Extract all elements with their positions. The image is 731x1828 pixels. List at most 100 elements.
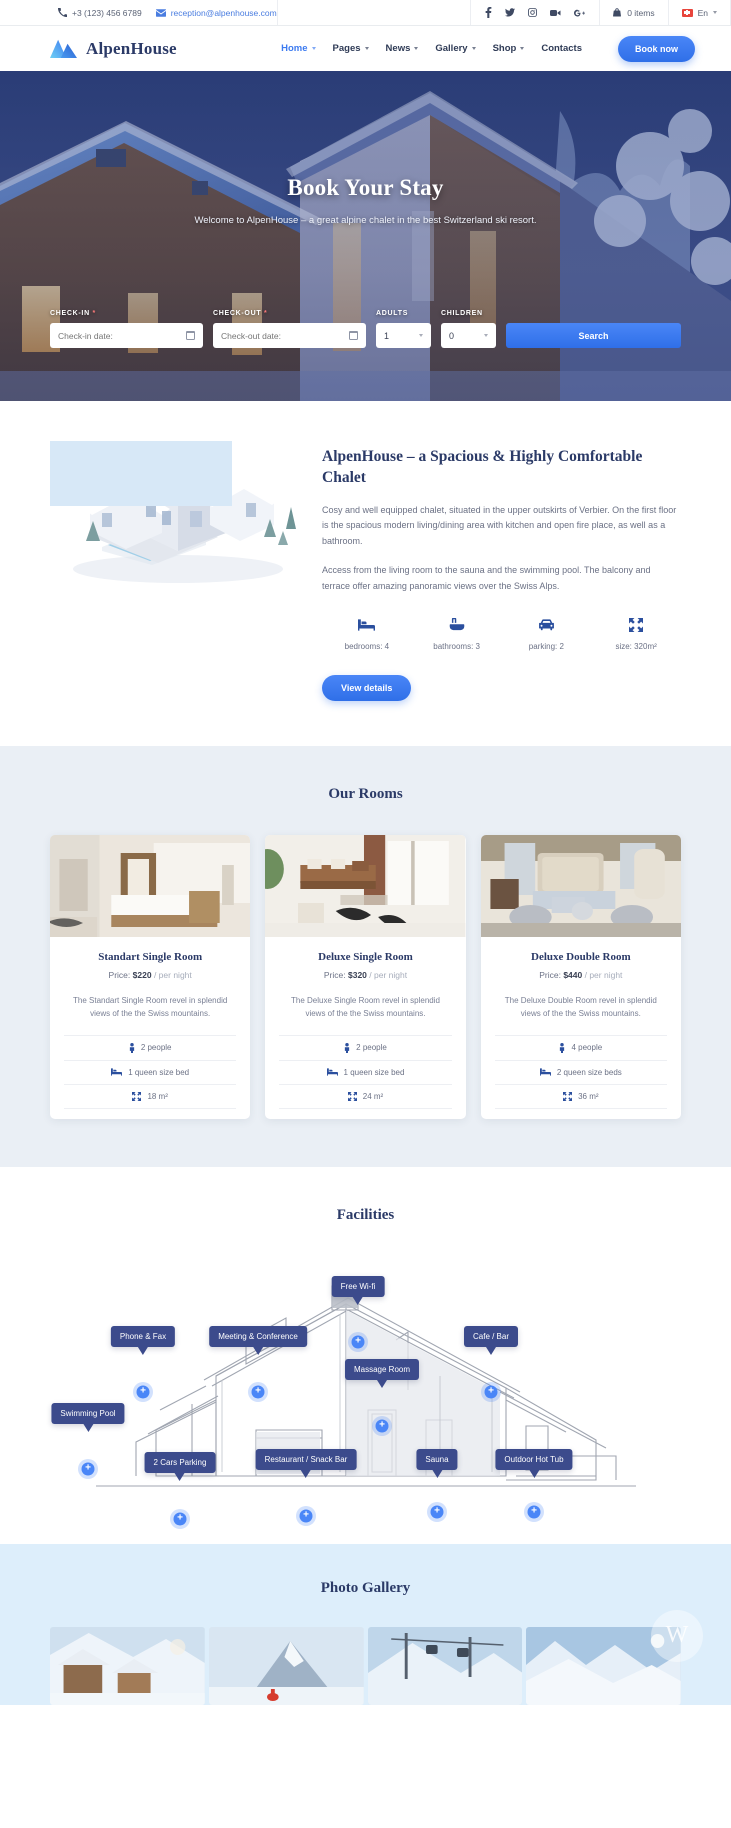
room-specs: 2 people 1 queen size bed 18 m² <box>64 1034 237 1109</box>
gallery-item[interactable] <box>367 1626 523 1705</box>
room-card[interactable]: Deluxe Single Room Price: $320 / per nig… <box>265 835 466 1119</box>
brand-logo[interactable]: AlpenHouse <box>50 38 177 59</box>
checkout-label-text: CHECK-OUT <box>213 310 262 317</box>
instagram-icon[interactable] <box>528 8 538 17</box>
feature-size: size: 320m² <box>591 616 681 651</box>
facility-marker-2-cars-parking[interactable]: + <box>173 1512 187 1526</box>
facebook-icon[interactable] <box>485 7 492 18</box>
spec-people: 4 people <box>494 1034 667 1060</box>
facility-tooltip-2-cars-parking[interactable]: 2 Cars Parking <box>144 1451 216 1473</box>
expand-icon <box>563 1091 573 1101</box>
calendar-icon[interactable] <box>185 330 196 340</box>
facility-label: Free Wi-fi <box>340 1281 376 1291</box>
facility-label: Swimming Pool <box>60 1408 116 1418</box>
facility-label: 2 Cars Parking <box>153 1457 207 1467</box>
about-features: bedrooms: 4 bathrooms: 3 parking: 2 size… <box>322 616 681 651</box>
facility-marker-meeting-conference[interactable]: + <box>251 1385 265 1399</box>
price-suffix: / per night <box>584 970 623 981</box>
top-bar: +3 (123) 456 6789 reception@alpenhouse.c… <box>0 0 731 26</box>
adults-select[interactable]: 1 <box>376 323 431 348</box>
nav-item-label: News <box>385 43 411 54</box>
room-name: Standart Single Room <box>98 951 203 964</box>
twitter-icon[interactable] <box>505 8 516 17</box>
checkin-input-wrap[interactable] <box>50 323 203 348</box>
room-price-row: Price: $320 / per night <box>279 970 451 980</box>
chevron-down-icon <box>713 11 717 14</box>
checkout-input-wrap[interactable] <box>213 323 366 348</box>
rooms-section: Our Rooms Standart Single Room Price: $2… <box>0 746 731 1167</box>
nav-item-pages[interactable]: Pages <box>333 43 369 54</box>
checkout-input[interactable] <box>221 330 343 341</box>
required-marker: * <box>92 310 96 317</box>
checkin-label: CHECK-IN * <box>50 310 203 317</box>
feature-bathrooms: bathrooms: 3 <box>412 616 502 651</box>
facility-tooltip-free-wifi[interactable]: Free Wi-fi <box>331 1275 385 1297</box>
room-photo <box>480 835 681 938</box>
nav-item-news[interactable]: News <box>386 43 419 54</box>
nav-item-home[interactable]: Home <box>281 43 316 54</box>
nav-item-shop[interactable]: Shop <box>493 43 525 54</box>
nav-item-label: Home <box>281 43 308 54</box>
children-select[interactable]: 0 <box>441 323 496 348</box>
facility-marker-outdoor-hot-tub[interactable]: + <box>527 1505 541 1519</box>
room-card[interactable]: Standart Single Room Price: $220 / per n… <box>50 835 251 1119</box>
gallery-item[interactable] <box>208 1626 364 1705</box>
cart-indicator[interactable]: 0 items <box>599 0 669 25</box>
calendar-icon[interactable] <box>348 330 359 340</box>
facility-tooltip-restaurant-snack-bar[interactable]: Restaurant / Snack Bar <box>255 1448 357 1470</box>
expand-icon <box>347 1091 357 1101</box>
facility-marker-swimming-pool[interactable]: + <box>81 1462 95 1476</box>
person-icon <box>559 1042 565 1053</box>
facility-tooltip-swimming-pool[interactable]: Swimming Pool <box>51 1402 125 1424</box>
nav-item-gallery[interactable]: Gallery <box>435 43 476 54</box>
email-contact[interactable]: reception@alpenhouse.com <box>155 7 277 18</box>
about-text: AlpenHouse – a Spacious & Highly Comfort… <box>322 441 681 702</box>
view-details-button[interactable]: View details <box>322 675 412 702</box>
facility-marker-free-wifi[interactable]: + <box>351 1335 365 1349</box>
facility-tooltip-massage-room[interactable]: Massage Room <box>344 1358 420 1380</box>
phone-contact[interactable]: +3 (123) 456 6789 <box>58 8 142 18</box>
adults-value: 1 <box>384 330 390 341</box>
chevron-down-icon <box>414 47 419 50</box>
facilities-section: Facilities Free Wi-fi + Phone & Fax + Me… <box>0 1166 731 1544</box>
checkin-input[interactable] <box>58 330 180 341</box>
nav-item-contacts[interactable]: Contacts <box>541 43 582 54</box>
nav-item-label: Pages <box>332 43 361 54</box>
facility-label: Meeting & Conference <box>218 1331 298 1341</box>
price-suffix: / per night <box>153 970 192 981</box>
social-links <box>470 0 599 25</box>
facility-tooltip-phone-fax[interactable]: Phone & Fax <box>110 1325 176 1347</box>
google-plus-icon[interactable] <box>574 8 586 17</box>
spec-people: 2 people <box>279 1034 452 1060</box>
room-description: The Standart Single Room revel in splend… <box>73 996 228 1019</box>
facility-marker-cafe-bar[interactable]: + <box>484 1385 498 1399</box>
facility-tooltip-cafe-bar[interactable]: Cafe / Bar <box>463 1325 519 1347</box>
facility-marker-restaurant-snack-bar[interactable]: + <box>299 1509 313 1523</box>
spec-bed: 2 queen size beds <box>494 1059 667 1084</box>
facility-marker-phone-fax[interactable]: + <box>136 1385 150 1399</box>
hero-title: Book Your Stay <box>287 175 444 200</box>
nav-item-label: Shop <box>492 43 517 54</box>
person-icon <box>129 1042 135 1053</box>
room-card[interactable]: Deluxe Double Room Price: $440 / per nig… <box>480 835 681 1119</box>
feature-label: bathrooms: 3 <box>433 642 480 652</box>
language-switcher[interactable]: En <box>669 0 731 25</box>
book-now-button[interactable]: Book now <box>618 35 695 62</box>
gallery-item[interactable] <box>50 1626 205 1705</box>
about-section: AlpenHouse – a Spacious & Highly Comfort… <box>0 401 731 747</box>
email-text: reception@alpenhouse.com <box>170 7 277 18</box>
spec-size: 36 m² <box>494 1083 667 1109</box>
facility-tooltip-outdoor-hot-tub[interactable]: Outdoor Hot Tub <box>495 1448 573 1470</box>
vimeo-icon[interactable] <box>550 9 561 17</box>
children-value: 0 <box>449 330 455 341</box>
adults-field: ADULTS 1 <box>376 310 431 348</box>
facility-marker-sauna[interactable]: + <box>430 1505 444 1519</box>
search-button[interactable]: Search <box>506 323 681 348</box>
facility-marker-massage-room[interactable]: + <box>375 1419 389 1433</box>
facility-label: Phone & Fax <box>119 1331 167 1341</box>
rooms-title: Our Rooms <box>328 786 403 803</box>
hero-content: Book Your Stay Welcome to AlpenHouse – a… <box>0 175 731 226</box>
facility-tooltip-sauna[interactable]: Sauna <box>416 1448 458 1470</box>
facility-tooltip-meeting-conference[interactable]: Meeting & Conference <box>209 1325 307 1347</box>
spec-label: 24 m² <box>362 1091 384 1101</box>
